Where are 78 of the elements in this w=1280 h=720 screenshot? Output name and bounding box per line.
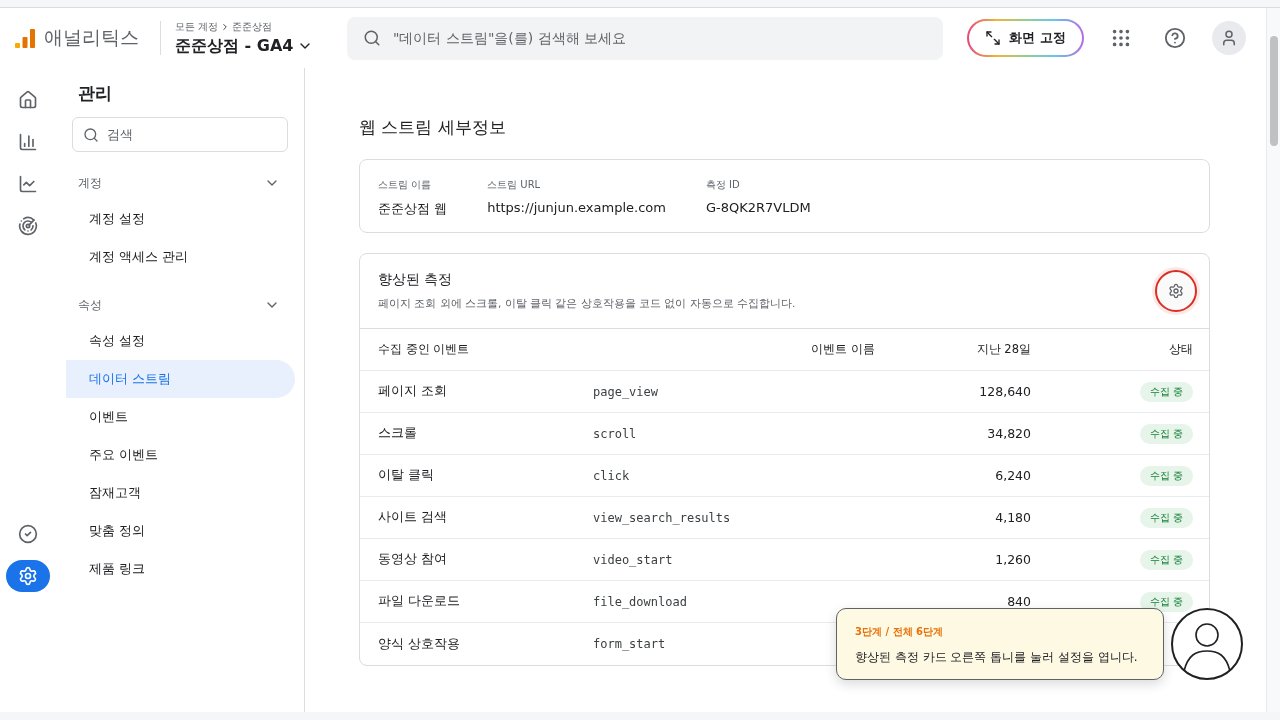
status-badge: 수집 중	[1139, 549, 1193, 570]
field-label: 스트림 이름	[378, 178, 433, 192]
field-label: 측정 ID	[705, 178, 741, 192]
pin-screen-button[interactable]: 화면 고정	[967, 19, 1084, 57]
rail-button[interactable]	[6, 560, 50, 592]
sidebar-item[interactable]: 주요 이벤트	[66, 436, 295, 474]
status-badge: 수집 중	[1139, 591, 1193, 612]
sidebar-item[interactable]: 제품 링크	[66, 550, 295, 588]
table-cell-text: scroll	[592, 426, 638, 441]
page-title: 웹 스트림 세부정보	[359, 116, 507, 139]
scrollbar-thumb[interactable]	[1269, 36, 1278, 146]
user-icon	[1220, 29, 1238, 47]
search-icon	[83, 126, 99, 143]
breadcrumb-item[interactable]: 준준상점	[232, 19, 273, 34]
table-cell-text: 페이지 조회	[377, 383, 448, 400]
table-cell-text: 840	[1006, 594, 1032, 609]
table-cell-text: 4,180	[994, 510, 1032, 525]
sidebar-item[interactable]: 계정 설정	[66, 200, 295, 238]
breadcrumb-item[interactable]: 모든 계정	[175, 19, 219, 34]
table-cell-text: 128,640	[978, 384, 1032, 399]
field-label: 스트림 URL	[487, 178, 542, 192]
field-value: G-8QK2R7VLDM	[705, 200, 811, 215]
apps-grid-icon	[1110, 27, 1132, 49]
home-icon	[18, 90, 38, 110]
expand-arrows-icon	[985, 30, 1002, 46]
table-cell-text: 이탈 클릭	[377, 467, 435, 484]
table-cell-text: form_start	[592, 637, 667, 651]
property-selector[interactable]: 준준상점 - GA4	[175, 35, 325, 57]
column-header: 수집 중인 이벤트	[377, 342, 471, 357]
table-cell-text: 1,260	[994, 552, 1032, 567]
sidebar-search-field[interactable]: 검색	[72, 117, 288, 152]
account-button[interactable]	[1212, 21, 1246, 55]
table-cell-text: 파일 다운로드	[377, 593, 461, 610]
sidebar-item[interactable]: 이벤트	[66, 398, 295, 436]
table-cell-text: 양식 상호작용	[377, 635, 461, 653]
column-header: 지난 28일	[975, 342, 1032, 357]
help-icon	[1164, 27, 1186, 49]
sidebar-item[interactable]: 데이터 스트림	[66, 360, 295, 398]
sidebar-item[interactable]: 맞춤 정의	[66, 512, 295, 550]
table-cell-text: view_search_results	[592, 510, 732, 525]
analytics-logo-icon	[14, 27, 36, 49]
section-header[interactable]: 속성	[66, 288, 294, 322]
step-label: 3단계 / 전체 6단계	[855, 625, 944, 639]
column-header: 이벤트 이름	[810, 342, 876, 357]
guide-message: 향상된 측정 카드 오른쪽 톱니를 눌러 설정을 엽니다.	[855, 649, 1139, 665]
table-cell-text: page_view	[592, 384, 660, 399]
check-circle-icon	[18, 524, 38, 544]
table-cell-text: 6,240	[994, 468, 1032, 483]
bar-chart-icon	[18, 132, 38, 152]
table-cell-text: file_download	[592, 594, 688, 609]
table-cell-text: video_start	[592, 552, 674, 567]
line-chart-icon	[18, 174, 38, 194]
field-value: 준준상점 웹	[378, 200, 448, 218]
status-badge: 수집 중	[1139, 423, 1193, 444]
settings-icon	[18, 566, 38, 586]
table-cell-text: 사이트 검색	[377, 509, 448, 526]
sidebar-item[interactable]: 잠재고객	[66, 474, 295, 512]
column-header: 상태	[1168, 342, 1194, 357]
app-name: 애널리틱스	[44, 25, 139, 50]
field-value: https://junjun.example.com	[487, 200, 666, 215]
card-description: 페이지 조회 외에 스크롤, 이탈 클릭 같은 상호작용을 코드 없이 자동으로 수집합니다.	[378, 297, 796, 311]
status-badge: 수집 중	[1139, 381, 1193, 402]
card-title: 향상된 측정	[378, 271, 454, 289]
table-cell-text: 스크롤	[377, 425, 418, 442]
table-cell-text: 34,820	[986, 426, 1032, 441]
settings-icon	[1168, 283, 1184, 299]
sidebar-item[interactable]: 속성 설정	[66, 322, 295, 360]
sidebar-item[interactable]: 계정 액세스 관리	[66, 238, 295, 276]
radar-icon	[18, 216, 38, 236]
status-badge: 수집 중	[1139, 465, 1193, 486]
search-field[interactable]: "데이터 스트림"을(를) 검색해 보세요	[347, 16, 944, 60]
section-header[interactable]: 계정	[66, 166, 294, 200]
settings-button[interactable]	[1155, 270, 1197, 312]
search-icon	[363, 29, 381, 47]
status-badge: 수집 중	[1139, 507, 1193, 528]
table-cell-text: click	[592, 468, 631, 483]
table-cell-text: 동영상 참여	[377, 551, 448, 568]
sidebar-title: 관리	[78, 82, 113, 105]
